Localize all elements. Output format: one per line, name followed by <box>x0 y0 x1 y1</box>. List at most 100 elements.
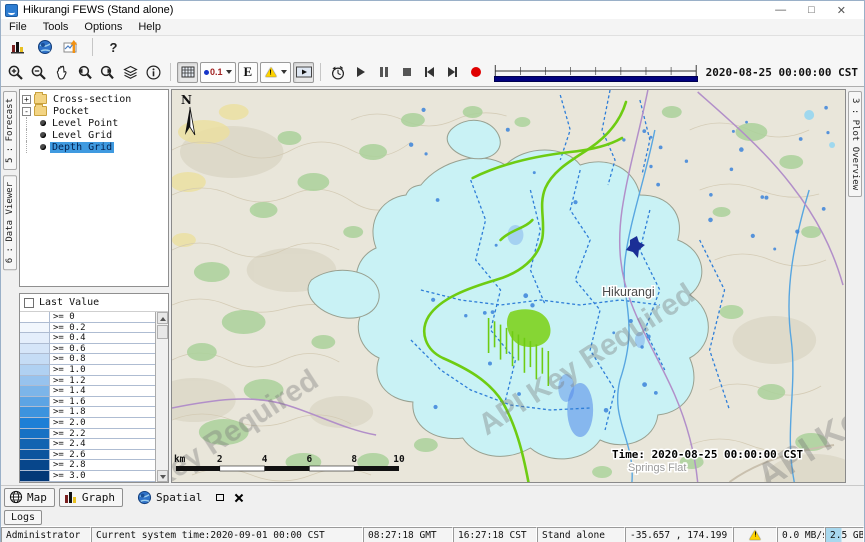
legend-row[interactable]: >= 0 <box>20 312 155 323</box>
status-gmt-time: 08:27:18 GMT <box>363 527 453 542</box>
bullet-icon <box>40 132 46 138</box>
tab-spatial[interactable]: Spatial <box>127 488 250 507</box>
stop-icon <box>403 68 411 76</box>
map-display-button[interactable] <box>34 37 55 58</box>
menu-help[interactable]: Help <box>138 21 161 33</box>
grid-display-button[interactable] <box>177 62 198 83</box>
graph-icon <box>64 490 78 504</box>
legend-row[interactable]: >= 1.2 <box>20 376 155 387</box>
legend-label: >= 0.6 <box>50 344 155 354</box>
tree-node-pocket[interactable]: - Pocket <box>22 105 166 117</box>
legend-scrollbar[interactable] <box>155 312 168 482</box>
locality-label: Springs Flat <box>628 462 686 474</box>
step-forward-button[interactable] <box>442 62 463 83</box>
timeline-range-bar[interactable] <box>494 76 697 82</box>
legend-row[interactable]: >= 1.0 <box>20 365 155 376</box>
record-button[interactable] <box>465 62 486 83</box>
status-memory[interactable]: 2.5 GB <box>825 527 864 542</box>
help-button[interactable]: ? <box>103 37 124 58</box>
tree-node-level-grid[interactable]: Level Grid <box>22 129 166 141</box>
last-value-checkbox[interactable] <box>24 298 34 308</box>
status-coordinates: -35.657 , 174.199 <box>625 527 733 542</box>
tab-forecast[interactable]: 5 : Forecast <box>3 91 17 170</box>
zoom-in-button[interactable] <box>5 62 26 83</box>
close-tab-icon[interactable] <box>234 493 243 502</box>
tree-node-depth-grid[interactable]: Depth Grid <box>22 141 166 153</box>
time-settings-button[interactable] <box>327 62 348 83</box>
svg-text:4: 4 <box>262 454 268 465</box>
maximize-button[interactable]: □ <box>808 4 815 17</box>
scroll-thumb[interactable] <box>157 325 168 339</box>
threshold-dropdown[interactable]: 0.1 <box>200 62 236 83</box>
pause-button[interactable] <box>373 62 394 83</box>
legend-toggle-button[interactable]: E <box>238 62 259 83</box>
status-system-time: Current system time:2020-09-01 00:00 CST <box>91 527 363 542</box>
stop-button[interactable] <box>396 62 417 83</box>
legend-swatch <box>20 354 50 364</box>
legend-row[interactable]: >= 2.8 <box>20 460 155 471</box>
magnifier-forward-icon <box>99 64 116 81</box>
spatial-display-button[interactable] <box>61 37 82 58</box>
legend-row[interactable]: >= 0.2 <box>20 323 155 334</box>
tree-node-cross-section[interactable]: + Cross-section <box>22 93 166 105</box>
zoom-previous-button[interactable] <box>74 62 95 83</box>
legend-swatch <box>20 323 50 333</box>
chevron-down-icon <box>281 70 287 74</box>
legend-row[interactable]: >= 2.4 <box>20 439 155 450</box>
logs-button[interactable]: Logs <box>4 510 42 525</box>
threshold-value: 0.1 <box>210 67 223 77</box>
database-display-button[interactable] <box>7 37 28 58</box>
legend-row[interactable]: >= 2.0 <box>20 418 155 429</box>
tab-graph[interactable]: Graph <box>59 488 123 507</box>
layers-button[interactable] <box>120 62 141 83</box>
logs-row: Logs <box>1 509 864 526</box>
legend-row[interactable]: >= 0.8 <box>20 354 155 365</box>
restore-icon[interactable] <box>216 494 224 501</box>
status-warning[interactable] <box>733 527 777 542</box>
legend-row[interactable]: >= 1.4 <box>20 386 155 397</box>
tab-map[interactable]: Map <box>4 488 55 507</box>
map-canvas[interactable]: API Key Required API Key Required API Ke… <box>171 89 846 483</box>
legend-row[interactable]: >= 2.6 <box>20 450 155 461</box>
legend-row[interactable]: >= 1.6 <box>20 397 155 408</box>
animation-button[interactable] <box>293 62 314 83</box>
close-button[interactable]: ✕ <box>837 4 846 17</box>
zoom-next-button[interactable] <box>97 62 118 83</box>
step-back-button[interactable] <box>419 62 440 83</box>
legend-swatch <box>20 429 50 439</box>
tab-plot-overview[interactable]: 3 : Plot Overview <box>848 91 862 197</box>
video-icon <box>295 64 313 80</box>
info-button[interactable] <box>143 62 164 83</box>
tree-node-level-point[interactable]: Level Point <box>22 117 166 129</box>
expand-icon[interactable]: + <box>22 95 31 104</box>
legend-row[interactable]: >= 3.0 <box>20 471 155 482</box>
warning-dropdown[interactable] <box>260 62 291 83</box>
tab-data-viewer[interactable]: 6 : Data Viewer <box>3 175 17 270</box>
legend-label: >= 0 <box>50 312 155 322</box>
legend-row[interactable]: >= 2.2 <box>20 429 155 440</box>
chart-arrow-icon <box>63 39 80 56</box>
timeline-slider[interactable] <box>494 63 697 82</box>
legend-label: >= 3.0 <box>50 471 155 481</box>
layers-icon <box>122 64 139 81</box>
legend-row[interactable]: >= 3.2 <box>20 482 155 483</box>
menu-file[interactable]: File <box>9 21 27 33</box>
pan-button[interactable] <box>51 62 72 83</box>
menu-tools[interactable]: Tools <box>43 21 69 33</box>
play-button[interactable] <box>350 62 371 83</box>
zoom-out-button[interactable] <box>28 62 49 83</box>
menu-options[interactable]: Options <box>84 21 122 33</box>
legend-swatch <box>20 386 50 396</box>
legend-swatch <box>20 312 50 322</box>
scroll-down-icon[interactable] <box>157 470 168 482</box>
scroll-up-icon[interactable] <box>157 312 168 324</box>
legend-label: >= 1.4 <box>50 386 155 396</box>
warning-icon <box>749 530 760 540</box>
minimize-button[interactable]: — <box>775 4 786 17</box>
legend-row[interactable]: >= 0.6 <box>20 344 155 355</box>
legend-row[interactable]: >= 1.8 <box>20 407 155 418</box>
collapse-icon[interactable]: - <box>22 107 31 116</box>
record-icon <box>471 67 481 77</box>
legend-row[interactable]: >= 0.4 <box>20 333 155 344</box>
legend-swatch <box>20 376 50 386</box>
